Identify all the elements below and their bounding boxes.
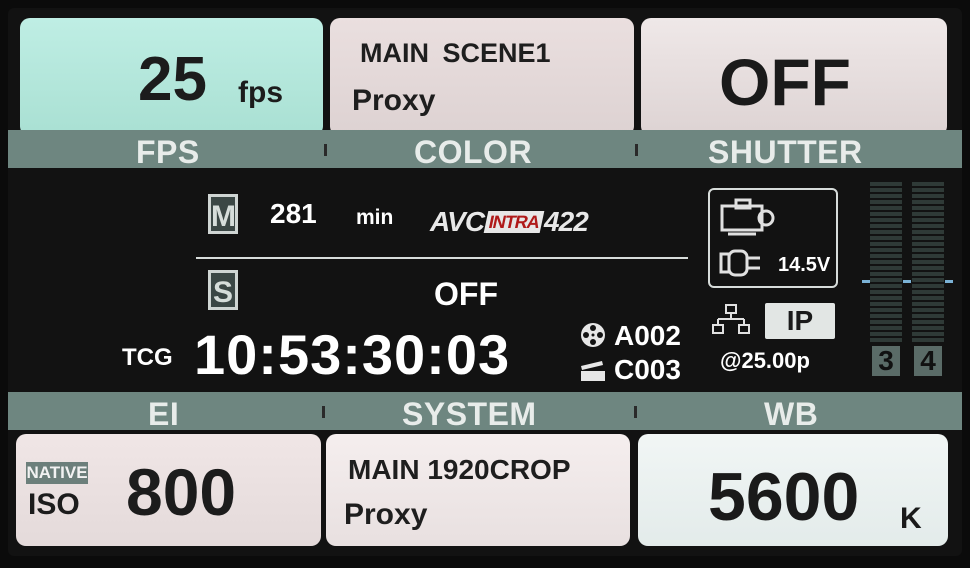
meter-channel-label: 4 (914, 346, 942, 376)
codec-avc: AVC (430, 206, 485, 237)
ei-tile[interactable]: NATIVE ISO 800 (16, 434, 321, 546)
power-status-box: 14.5V (708, 188, 838, 288)
fps-unit: fps (238, 76, 283, 109)
band-separator (324, 144, 327, 156)
clip-number: C003 (614, 354, 681, 385)
codec-intra: INTRA (483, 211, 545, 233)
ei-value: 800 (126, 455, 237, 529)
network-rate: @25.00p (720, 348, 810, 373)
iso-label: ISO (28, 488, 80, 521)
main-remaining-value: 281 (270, 198, 317, 229)
camera-battery-icon (720, 198, 776, 243)
system-output: Proxy (344, 498, 428, 531)
bottom-label-band: EI SYSTEM WB (8, 392, 962, 432)
wb-label: WB (764, 396, 819, 432)
shutter-tile[interactable]: OFF (641, 18, 947, 136)
reel-icon (580, 322, 606, 353)
band-separator (635, 144, 638, 156)
system-tile[interactable]: MAIN 1920CROP Proxy (326, 434, 630, 546)
meter-bars (912, 182, 944, 342)
fps-value: 25 (138, 45, 207, 114)
fps-tile[interactable]: 25 fps (20, 18, 323, 136)
wb-value: 5600 (708, 459, 860, 535)
meter-marker (945, 280, 953, 283)
codec-422: 422 (544, 206, 589, 237)
color-output: Proxy (352, 84, 436, 117)
meter-channel-label: 3 (872, 346, 900, 376)
ip-mode-badge: IP (765, 303, 835, 339)
band-separator (634, 406, 637, 418)
wb-unit: K (900, 502, 922, 535)
main-remaining-unit: min (356, 206, 394, 229)
wb-tile[interactable]: 5600 K (638, 434, 948, 546)
color-scene: MAIN SCENE1 (360, 38, 551, 68)
shutter-label: SHUTTER (708, 134, 863, 170)
band-separator (322, 406, 325, 418)
network-icon (712, 304, 750, 341)
native-badge: NATIVE (26, 462, 88, 484)
media-divider (196, 257, 688, 259)
meter-bars (870, 182, 902, 342)
system-format: MAIN 1920CROP (348, 454, 571, 485)
timecode-label: TCG (122, 344, 173, 371)
timecode-value: 10:53:30:03 (194, 323, 511, 386)
ei-label: EI (148, 396, 180, 432)
sub-slot-icon: S (208, 270, 238, 310)
clapper-icon (580, 360, 606, 387)
reel-number: A002 (614, 320, 681, 351)
system-label: SYSTEM (402, 396, 537, 432)
top-label-band: FPS COLOR SHUTTER (8, 130, 962, 170)
meter-marker (862, 280, 870, 283)
codec-logo: AVC INTRA 422 (430, 206, 589, 238)
dc-plug-icon (718, 248, 774, 283)
sub-status: OFF (434, 276, 498, 312)
color-tile[interactable]: MAIN SCENE1 Proxy (330, 18, 634, 136)
meter-marker (903, 280, 911, 283)
color-label: COLOR (414, 134, 533, 170)
main-slot-icon: M (208, 194, 238, 234)
voltage-value: 14.5V (778, 254, 831, 276)
shutter-value: OFF (719, 45, 851, 119)
fps-label: FPS (136, 134, 200, 170)
camera-status-screen: 25 fps MAIN SCENE1 Proxy OFF FPS COLOR S… (8, 8, 962, 556)
